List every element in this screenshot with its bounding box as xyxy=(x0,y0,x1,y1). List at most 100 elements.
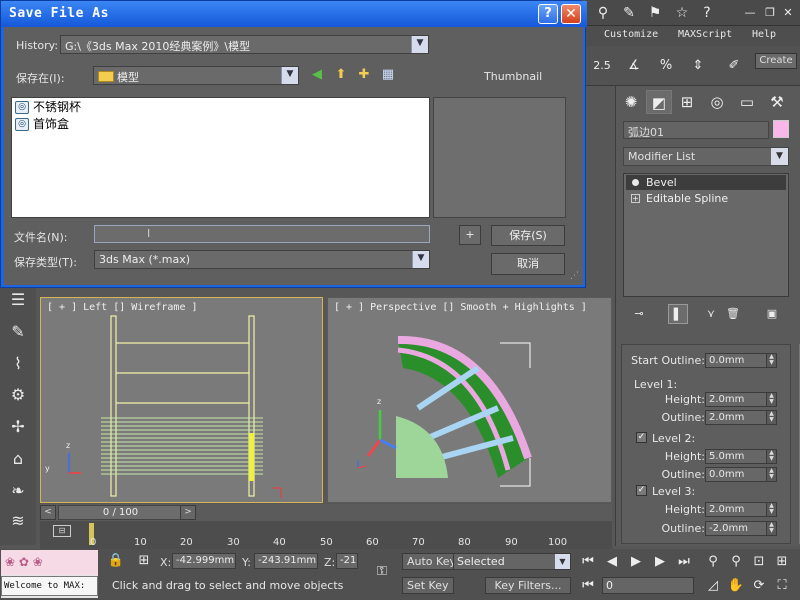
level1-outline-spinner[interactable]: 2.0mm ▲ ▼ xyxy=(705,410,777,425)
modify-tab-icon[interactable]: ◩ xyxy=(646,90,672,114)
level2-outline-spinner[interactable]: 0.0mm ▲ ▼ xyxy=(705,467,777,482)
utilities-tab-icon[interactable]: ⚒ xyxy=(764,90,790,114)
key-icon[interactable]: ⚿ xyxy=(368,562,396,582)
play-icon[interactable]: ▶ xyxy=(626,552,646,572)
cancel-button[interactable]: 取消 xyxy=(491,253,565,275)
level2-checkbox[interactable]: ✓ xyxy=(636,432,647,443)
chevron-down-icon[interactable]: ▼ xyxy=(771,148,788,165)
spinner-arrows-icon[interactable]: ▲ ▼ xyxy=(766,521,777,536)
menu-maxscript[interactable]: MAXScript xyxy=(678,29,732,40)
z-coordinate-field[interactable]: -21 xyxy=(336,553,358,569)
prev-frame-icon[interactable]: < xyxy=(40,505,56,520)
pan-icon[interactable]: ✋ xyxy=(726,576,746,596)
up-folder-icon[interactable]: ⬆ xyxy=(332,66,350,84)
stack-item-editable-spline[interactable]: + Editable Spline xyxy=(626,191,786,206)
object-color-swatch[interactable] xyxy=(773,120,789,138)
save-in-dropdown[interactable]: 模型 ▼ xyxy=(93,66,299,85)
spinner-arrows-icon[interactable]: ▲ ▼ xyxy=(766,467,777,482)
display-tab-icon[interactable]: ▭ xyxy=(734,90,760,114)
cloth-icon[interactable]: ⌂ xyxy=(7,448,29,470)
show-end-result-icon[interactable]: ▌ xyxy=(668,304,688,324)
level3-height-spinner[interactable]: 2.0mm ▲ ▼ xyxy=(705,502,777,517)
spinner-arrows-icon[interactable]: ▲ ▼ xyxy=(766,502,777,517)
star-icon[interactable]: ☆ xyxy=(672,3,692,23)
dialog-help-button[interactable]: ? xyxy=(538,4,558,24)
snap-angle-icon[interactable]: 2.5 xyxy=(589,52,615,80)
time-slider-thumb[interactable]: 0 / 100 xyxy=(58,505,183,520)
filetype-dropdown[interactable]: 3ds Max (*.max) ▼ xyxy=(94,250,430,269)
back-icon[interactable]: ◀ xyxy=(308,66,326,84)
level1-height-spinner[interactable]: 2.0mm ▲ ▼ xyxy=(705,392,777,407)
set-key-button[interactable]: Set Key xyxy=(402,577,454,594)
chevron-down-icon[interactable]: ▼ xyxy=(411,36,428,53)
lightbulb-icon[interactable] xyxy=(632,179,639,186)
field-of-view-icon[interactable]: ◿ xyxy=(703,576,723,596)
spinner-arrows-icon[interactable]: ▲ ▼ xyxy=(766,392,777,407)
absolute-mode-icon[interactable]: ⊞ xyxy=(134,551,154,571)
zoom-all-icon[interactable]: ⚲ xyxy=(726,552,746,572)
next-frame-icon[interactable]: > xyxy=(180,505,196,520)
zoom-icon[interactable]: ⚲ xyxy=(703,552,723,572)
gear-icon[interactable]: ⚙ xyxy=(7,384,29,406)
prev-key-icon[interactable]: ◀ xyxy=(602,552,622,572)
level2-height-spinner[interactable]: 5.0mm ▲ ▼ xyxy=(705,449,777,464)
viewport-left[interactable]: [ + ] Left [] Wireframe ] z y xyxy=(40,297,323,503)
dialog-close-button[interactable]: ✕ xyxy=(561,4,581,24)
zoom-extents-all-icon[interactable]: ⊞ xyxy=(772,552,792,572)
save-button[interactable]: 保存(S) xyxy=(491,225,565,246)
menu-customize[interactable]: Customize xyxy=(604,29,658,40)
wrench-icon[interactable]: ✎ xyxy=(619,3,639,23)
bone-icon[interactable]: ✢ xyxy=(7,416,29,438)
modifier-list-dropdown[interactable]: Modifier List ▼ xyxy=(623,147,789,166)
percent-snap-icon[interactable]: % xyxy=(653,52,679,80)
file-list[interactable]: ◎ 不锈钢杯 ◎ 首饰盒 xyxy=(11,97,430,218)
waves-icon[interactable]: ≋ xyxy=(7,510,29,532)
x-coordinate-field[interactable]: -42.999mm xyxy=(172,553,236,569)
goto-start-icon[interactable]: ⏮ xyxy=(578,552,598,572)
edit-named-selection-icon[interactable]: ✐ xyxy=(721,52,747,80)
dialog-title-bar[interactable]: Save File As ? ✕ xyxy=(1,1,587,27)
pin-icon[interactable]: ⚑ xyxy=(645,3,665,23)
key-mode-icon[interactable]: ⏮ xyxy=(578,576,598,596)
brush-icon[interactable]: ⌇ xyxy=(7,353,29,375)
restore-icon[interactable]: ❐ xyxy=(760,3,780,23)
viewport-perspective[interactable]: [ + ] Perspective [] Smooth + Highlights… xyxy=(327,297,612,503)
chevron-down-icon[interactable]: ▼ xyxy=(412,251,429,268)
orbit-icon[interactable]: ⟳ xyxy=(749,576,769,596)
hierarchy-tab-icon[interactable]: ⊞ xyxy=(674,90,700,114)
stack-item-bevel[interactable]: Bevel xyxy=(626,175,786,190)
spinner-arrows-icon[interactable]: ▲ ▼ xyxy=(766,449,777,464)
binoculars-icon[interactable]: ⚲ xyxy=(593,3,613,23)
file-item[interactable]: ◎ 不锈钢杯 xyxy=(15,100,81,115)
create-selection-set[interactable]: Create xyxy=(755,53,797,69)
goto-end-icon[interactable]: ⏭ xyxy=(674,552,694,572)
cylinder-icon[interactable]: ☰ xyxy=(7,289,29,311)
maxscript-listener[interactable]: ❀ ✿ ❀ Welcome to MAX: xyxy=(1,550,98,598)
maximize-viewport-icon[interactable]: ⛶ xyxy=(772,576,792,596)
leaf-icon[interactable]: ❧ xyxy=(7,480,29,502)
help-icon[interactable]: ? xyxy=(697,3,717,23)
configure-sets-icon[interactable]: ▣ xyxy=(762,304,782,324)
time-slider[interactable]: < 0 / 100 > xyxy=(40,504,612,521)
start-outline-spinner[interactable]: 0.0mm ▲ ▼ xyxy=(705,353,777,368)
history-dropdown[interactable]: G:\《3ds Max 2010经典案例》\模型 ▼ xyxy=(60,35,429,54)
pencil-icon[interactable]: ✎ xyxy=(7,321,29,343)
level3-outline-spinner[interactable]: -2.0mm ▲ ▼ xyxy=(705,521,777,536)
resize-grip-icon[interactable]: ⋰ xyxy=(570,271,579,281)
chevron-down-icon[interactable]: ▼ xyxy=(555,554,570,569)
remove-modifier-icon[interactable]: 🗑 xyxy=(723,304,743,324)
window-close-icon[interactable]: ✕ xyxy=(778,3,798,23)
object-name-field[interactable]: 弧边01 xyxy=(623,121,769,139)
view-menu-icon[interactable]: ▦ xyxy=(379,66,397,84)
motion-tab-icon[interactable]: ◎ xyxy=(704,90,730,114)
pin-stack-icon[interactable]: ⊸ xyxy=(629,304,649,324)
minimize-icon[interactable]: — xyxy=(740,3,760,23)
file-item[interactable]: ◎ 首饰盒 xyxy=(15,117,69,132)
spinner-arrows-icon[interactable]: ▲ ▼ xyxy=(766,353,777,368)
increment-filename-button[interactable]: + xyxy=(459,225,481,245)
new-folder-icon[interactable]: ✚ xyxy=(355,66,373,84)
spinner-arrows-icon[interactable]: ▲ ▼ xyxy=(766,410,777,425)
lock-icon[interactable]: 🔒 xyxy=(106,551,126,571)
zoom-extents-icon[interactable]: ⊡ xyxy=(749,552,769,572)
track-bar[interactable]: ⊟ 0 10 20 30 40 50 60 70 80 90 100 xyxy=(40,521,612,549)
